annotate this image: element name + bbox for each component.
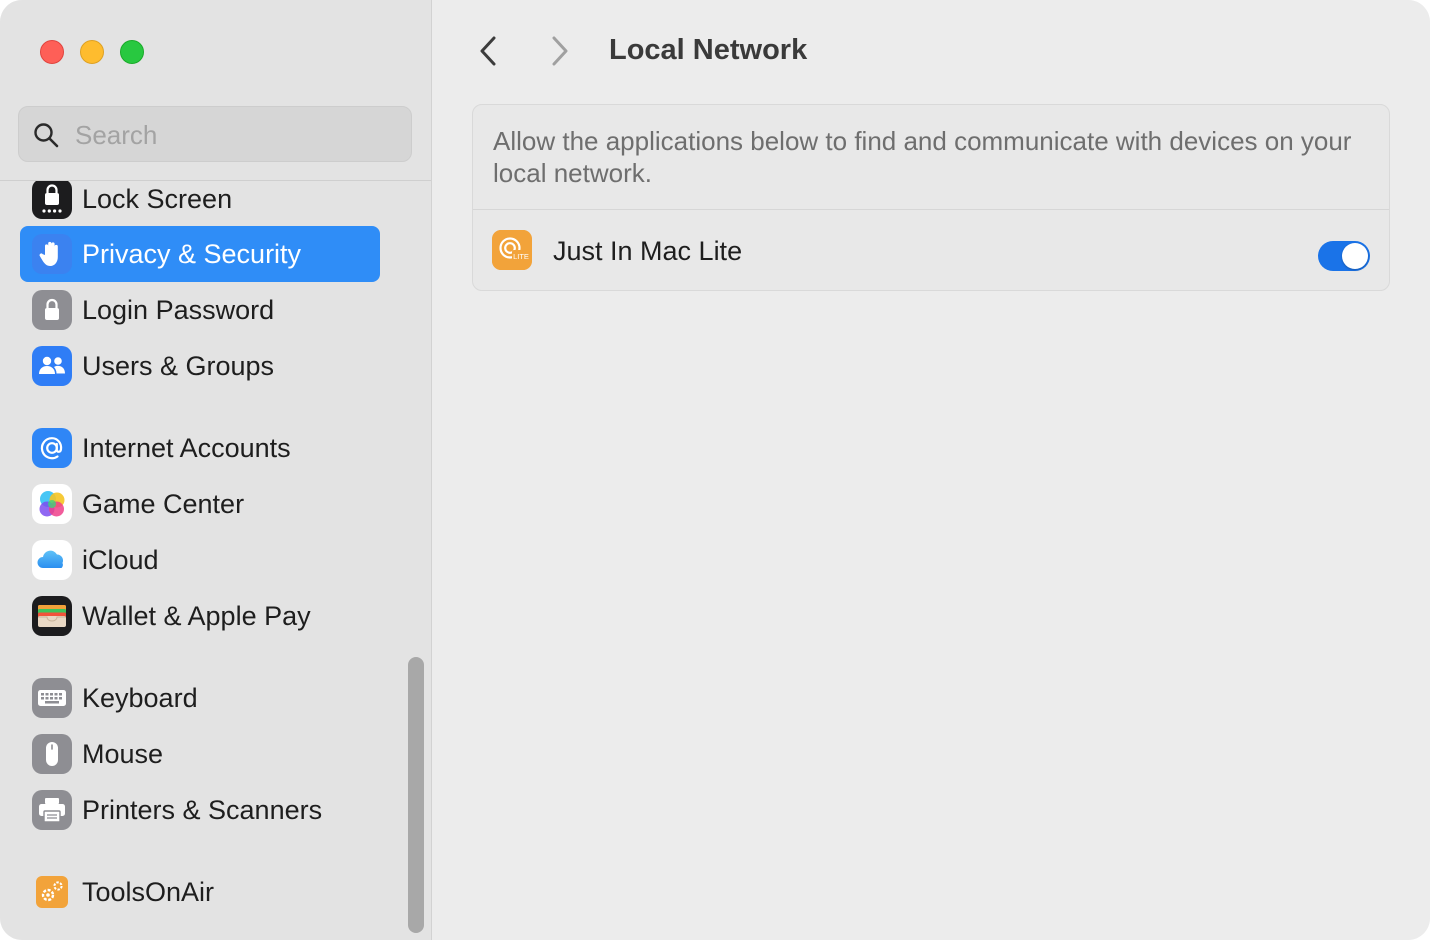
toggle-knob: [1342, 243, 1368, 269]
maximize-button[interactable]: [120, 40, 144, 64]
sidebar-item-game-center[interactable]: Game Center: [20, 476, 380, 532]
minimize-button[interactable]: [80, 40, 104, 64]
sidebar-item-label: Game Center: [82, 489, 245, 519]
local-network-card: Allow the applications below to find and…: [472, 104, 1390, 291]
keyboard-icon: [32, 678, 72, 718]
sidebar-item-users-groups[interactable]: Users & Groups: [20, 338, 380, 394]
search-box[interactable]: [18, 106, 412, 162]
sidebar-item-label: Wallet & Apple Pay: [82, 601, 311, 631]
forward-button[interactable]: [542, 32, 578, 70]
just-in-mac-lite-toggle[interactable]: [1318, 241, 1370, 271]
sidebar-item-internet-accounts[interactable]: Internet Accounts: [20, 420, 380, 476]
sidebar-item-label: Printers & Scanners: [82, 795, 323, 825]
settings-window: Lock Screen Privacy & Security: [0, 0, 1430, 940]
chevron-left-icon: [480, 36, 496, 66]
users-icon: [32, 346, 72, 386]
lock-icon: [32, 290, 72, 330]
sidebar-item-label: Mouse: [82, 739, 164, 769]
hand-icon: [32, 234, 72, 274]
sidebar-item-label: Internet Accounts: [82, 433, 291, 463]
sidebar-item-privacy-security[interactable]: Privacy & Security: [20, 226, 380, 282]
app-name: Just In Mac Lite: [553, 236, 743, 266]
gears-icon: [32, 872, 72, 912]
sidebar-item-label: Lock Screen: [82, 184, 233, 214]
close-button[interactable]: [40, 40, 64, 64]
sidebar-item-mouse[interactable]: Mouse: [20, 726, 380, 782]
app-icon-badge: LITE: [513, 252, 529, 261]
sidebar-scrollbar[interactable]: [408, 657, 424, 933]
app-row: LITE Just In Mac Lite: [473, 210, 1389, 290]
sidebar-item-label: Users & Groups: [82, 351, 275, 381]
description-text: Allow the applications below to find and…: [493, 126, 1352, 188]
sidebar: Lock Screen Privacy & Security: [0, 0, 432, 940]
main-pane: Local Network Allow the applications bel…: [432, 0, 1430, 940]
sidebar-item-label: Login Password: [82, 295, 275, 325]
sidebar-item-label: Privacy & Security: [82, 239, 302, 269]
sidebar-item-label: ToolsOnAir: [82, 877, 215, 907]
printer-icon: [32, 790, 72, 830]
search-icon: [34, 123, 59, 148]
sidebar-item-label: iCloud: [82, 545, 159, 575]
sidebar-list: Lock Screen Privacy & Security Login Pas…: [0, 181, 431, 940]
back-button[interactable]: [470, 32, 506, 70]
lock-screen-icon: [32, 181, 72, 219]
sidebar-item-printers-scanners[interactable]: Printers & Scanners: [20, 782, 380, 838]
page-title: Local Network: [609, 34, 808, 66]
wallet-icon: [32, 596, 72, 636]
sidebar-item-icloud[interactable]: iCloud: [20, 532, 380, 588]
game-center-icon: [32, 484, 72, 524]
search-input[interactable]: [73, 115, 397, 155]
chevron-right-icon: [552, 36, 568, 66]
sidebar-item-lock-screen[interactable]: Lock Screen: [20, 181, 380, 227]
mouse-icon: [32, 734, 72, 774]
at-sign-icon: [32, 428, 72, 468]
sidebar-item-wallet-apple-pay[interactable]: Wallet & Apple Pay: [20, 588, 380, 644]
sidebar-item-login-password[interactable]: Login Password: [20, 282, 380, 338]
cloud-icon: [32, 540, 72, 580]
sidebar-item-label: Keyboard: [82, 683, 198, 713]
sidebar-item-toolsonair[interactable]: ToolsOnAir: [20, 864, 380, 920]
sidebar-item-keyboard[interactable]: Keyboard: [20, 670, 380, 726]
just-in-mac-lite-icon: LITE: [492, 230, 532, 270]
